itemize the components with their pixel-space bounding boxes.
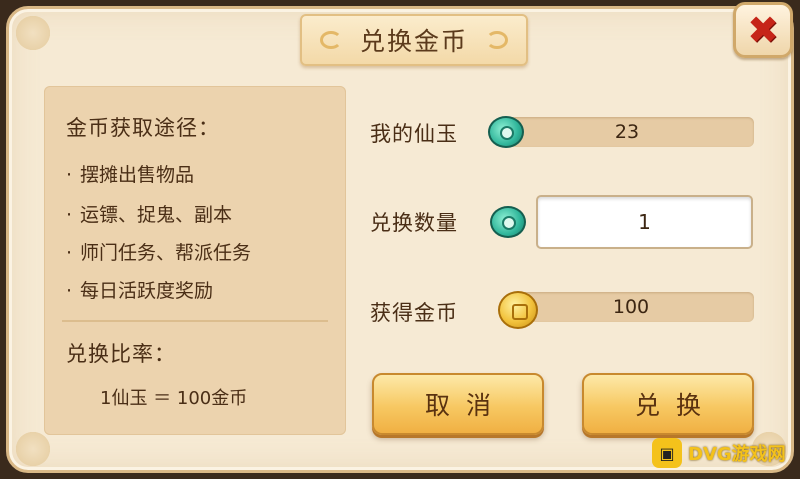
source-item: · 师门任务、帮派任务 — [66, 242, 252, 264]
jade-icon — [490, 206, 526, 238]
gain-value: 100 — [508, 292, 754, 322]
jade-icon — [488, 116, 524, 148]
close-icon: ✖ — [747, 8, 779, 52]
divider — [62, 320, 328, 322]
source-item: · 运镖、捉鬼、副本 — [66, 204, 233, 226]
dialog-title: 兑换金币 — [359, 27, 468, 56]
watermark: ▣ DVG游戏网 — [652, 436, 786, 470]
sources-heading: 金币获取途径： — [66, 116, 220, 140]
rate-text: 1仙玉 ＝ 100金币 — [100, 388, 248, 409]
confirm-exchange-button[interactable]: 兑换 — [582, 373, 754, 435]
quantity-label: 兑换数量 — [370, 211, 458, 235]
gain-label: 获得金币 — [370, 301, 458, 325]
corner-ornament — [13, 429, 53, 469]
close-button[interactable]: ✖ — [733, 2, 793, 58]
title-banner: 兑换金币 — [300, 14, 528, 66]
gold-coin-icon — [498, 291, 538, 329]
watermark-text: DVG游戏网 — [688, 444, 786, 465]
rate-heading: 兑换比率： — [66, 342, 176, 366]
my-jade-value: 23 — [500, 117, 754, 147]
source-item: · 每日活跃度奖励 — [66, 280, 214, 302]
info-panel: 金币获取途径： · 摆摊出售物品 · 运镖、捉鬼、副本 · 师门任务、帮派任务 · 每日… — [44, 86, 346, 435]
source-item: · 摆摊出售物品 — [66, 164, 195, 186]
cloud-swirl-icon — [319, 31, 342, 49]
quantity-input[interactable]: 1 — [536, 195, 753, 249]
my-jade-label: 我的仙玉 — [370, 122, 458, 146]
cloud-swirl-icon — [486, 31, 508, 49]
cancel-button[interactable]: 取消 — [372, 373, 544, 435]
gamepad-icon: ▣ — [652, 438, 682, 468]
corner-ornament — [13, 13, 53, 53]
